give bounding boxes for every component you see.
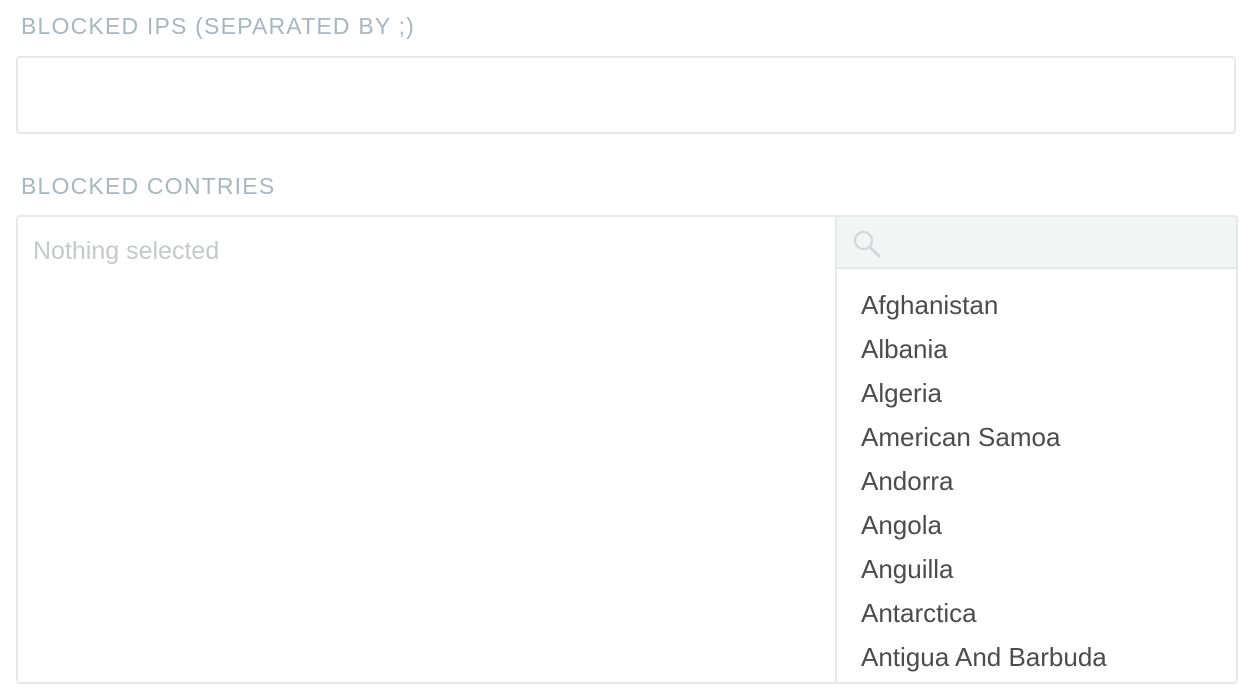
available-countries-pane: Afghanistan Albania Algeria American Sam… — [837, 217, 1236, 682]
country-option[interactable]: Angola — [837, 503, 1236, 547]
blocking-settings-form: BLOCKED IPS (SEPARATED BY ;) BLOCKED CON… — [0, 0, 1250, 694]
country-option[interactable]: Andorra — [837, 459, 1236, 503]
blocked-countries-label: BLOCKED CONTRIES — [21, 173, 276, 199]
country-option[interactable]: Antigua And Barbuda — [837, 635, 1236, 679]
country-option[interactable]: American Samoa — [837, 415, 1236, 459]
search-icon — [853, 230, 881, 258]
country-options-list: Afghanistan Albania Algeria American Sam… — [837, 283, 1236, 682]
blocked-ips-label: BLOCKED IPS (SEPARATED BY ;) — [21, 13, 416, 39]
country-option[interactable]: Afghanistan — [837, 283, 1236, 327]
country-search-input[interactable] — [889, 223, 1226, 263]
country-option[interactable]: Algeria — [837, 371, 1236, 415]
country-option[interactable]: Albania — [837, 327, 1236, 371]
blocked-countries-multiselect: Nothing selected Afghanistan Albania Alg… — [16, 215, 1238, 684]
country-search-bar — [837, 217, 1236, 269]
nothing-selected-placeholder: Nothing selected — [33, 237, 220, 265]
country-option[interactable]: Antarctica — [837, 591, 1236, 635]
country-option[interactable]: Anguilla — [837, 547, 1236, 591]
selected-countries-pane[interactable]: Nothing selected — [18, 217, 837, 682]
blocked-ips-input[interactable] — [16, 56, 1236, 134]
